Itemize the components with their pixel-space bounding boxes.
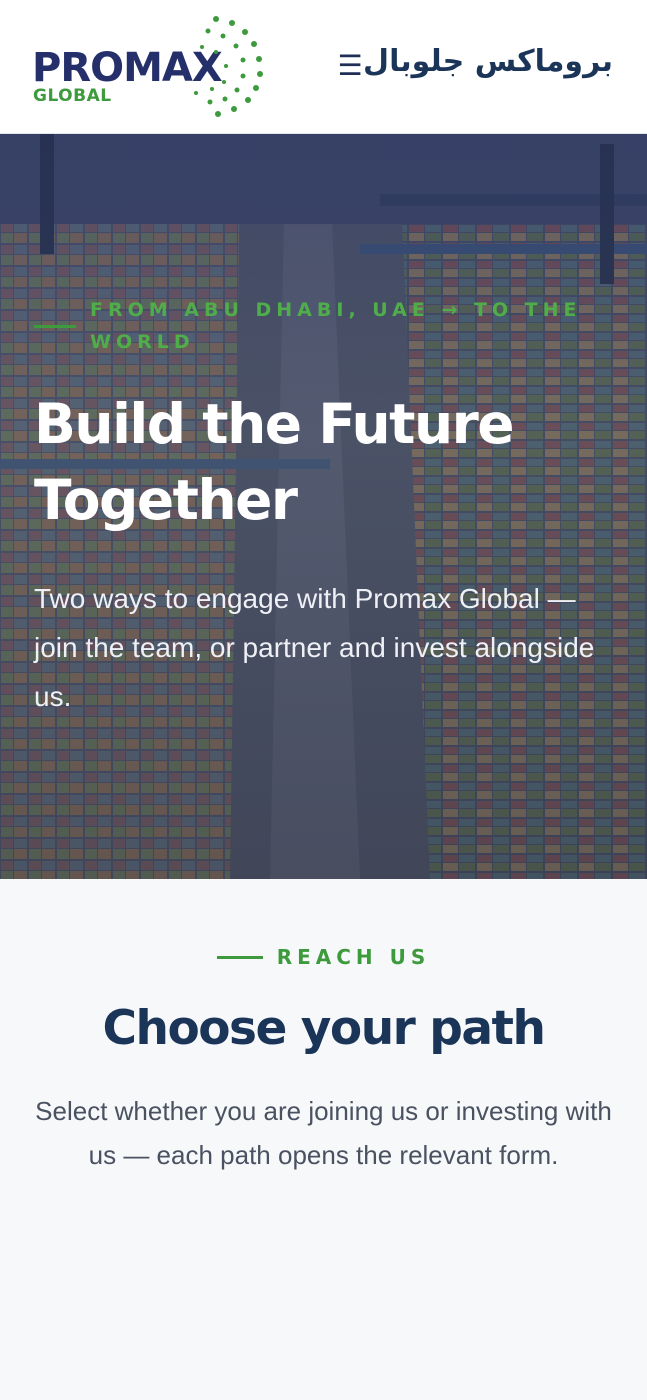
hero-title: Build the Future Together [34,392,515,532]
promax-logo[interactable]: PROMAX GLOBAL [30,14,275,119]
logo-dots-icon [194,16,263,117]
reach-accent-line [216,955,263,959]
arabic-brand-link[interactable]: بروماكس جلوبال [363,44,613,79]
site-header: PROMAX GLOBAL ☰ بروماكس جلوبال [0,0,647,134]
hero-eyebrow: From Abu Dhabi, UAE → to the World [34,294,594,358]
logo-subtitle: GLOBAL [33,86,112,106]
reach-eyebrow: REACH US [0,945,647,969]
hero-eyebrow-text: From Abu Dhabi, UAE → to the World [90,299,582,353]
hero-section: From Abu Dhabi, UAE → to the World Build… [0,134,647,879]
reach-title: Choose your path [102,1001,546,1056]
eyebrow-accent-line [34,325,76,328]
reach-eyebrow-text: REACH US [276,945,431,969]
hamburger-menu-button[interactable]: ☰ [334,50,366,82]
hero-description: Two ways to engage with Promax Global — … [34,583,595,712]
reach-description: Select whether you are joining us or inv… [35,1096,612,1170]
reach-us-section: REACH US Choose your path Select whether… [0,879,647,1400]
